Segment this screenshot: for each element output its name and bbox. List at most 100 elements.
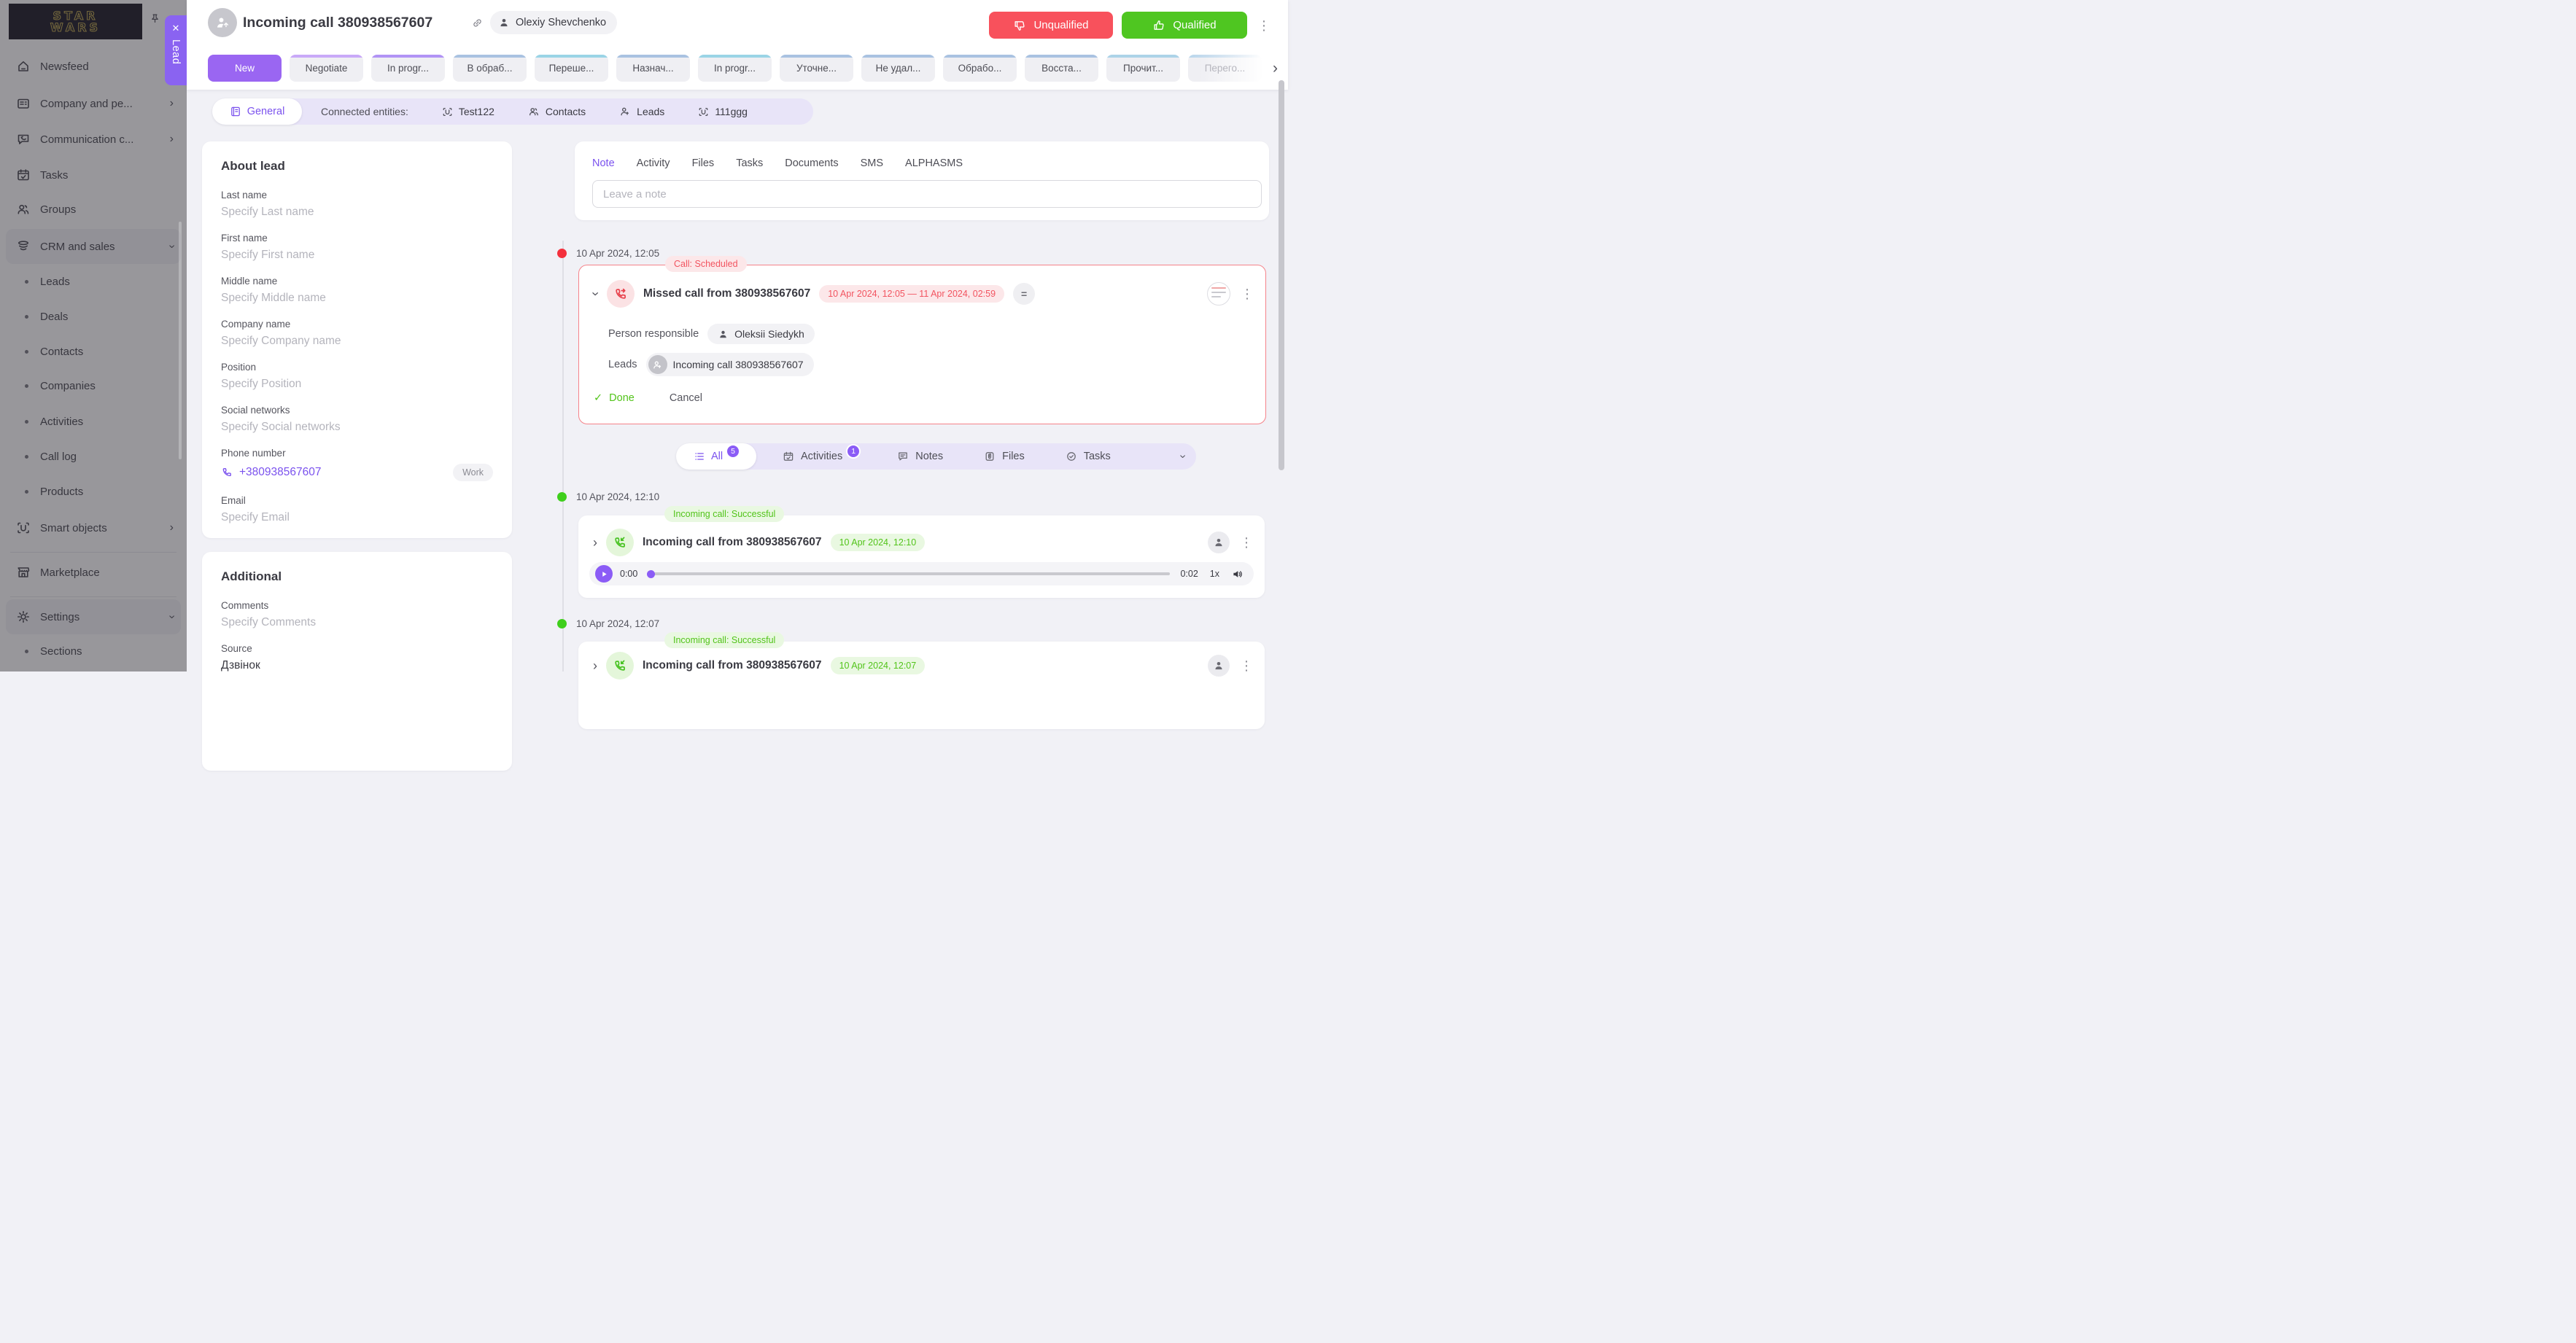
stage-chip-v-obrab[interactable]: В обраб...	[453, 55, 527, 82]
expand-icon[interactable]: ›	[593, 536, 597, 549]
scheduled-call-card: Call: Scheduled › Missed call from 38093…	[578, 265, 1266, 424]
stage-chip-in-progress-2[interactable]: In progr...	[698, 55, 772, 82]
lead-tab-label: Lead	[170, 39, 182, 64]
close-icon[interactable]: ✕	[172, 23, 180, 33]
incoming-call-card-1207: Incoming call: Successful › Incoming cal…	[578, 642, 1265, 729]
owner-name: Olexiy Shevchenko	[516, 17, 606, 28]
filter-activities[interactable]: Activities 1	[783, 451, 859, 462]
call-status-badge: Incoming call: Successful	[664, 632, 784, 648]
filter-all[interactable]: All 5	[676, 443, 756, 470]
expand-icon[interactable]: ›	[593, 659, 597, 672]
filter-tasks[interactable]: Tasks	[1066, 451, 1111, 462]
phone-icon	[221, 467, 233, 478]
tab-note[interactable]: Note	[592, 157, 615, 169]
playback-speed[interactable]: 1x	[1210, 569, 1219, 579]
leads-label: Leads	[608, 359, 637, 370]
stage-chip-utochne[interactable]: Уточне...	[780, 55, 853, 82]
incoming-call-icon	[606, 652, 634, 680]
person-responsible-label: Person responsible	[608, 328, 699, 340]
field-comments[interactable]: Comments Specify Comments	[221, 600, 493, 629]
field-first-name[interactable]: First name Specify First name	[221, 233, 493, 262]
additional-card: Additional Comments Specify Comments Sou…	[202, 552, 512, 771]
field-last-name[interactable]: Last name Specify Last name	[221, 190, 493, 219]
field-middle-name[interactable]: Middle name Specify Middle name	[221, 276, 493, 305]
tab-sms[interactable]: SMS	[861, 157, 883, 169]
note-input[interactable]	[592, 180, 1262, 208]
tab-activity[interactable]: Activity	[637, 157, 670, 169]
stages-scroll-right-icon[interactable]: ›	[1273, 60, 1278, 77]
tab-entity-test122[interactable]: Test122	[442, 106, 494, 117]
stage-chip-obrabo[interactable]: Обрабо...	[943, 55, 1017, 82]
about-lead-title: About lead	[221, 159, 493, 174]
stage-chip-perego[interactable]: Перего...	[1188, 55, 1262, 82]
field-social-networks[interactable]: Social networks Specify Social networks	[221, 405, 493, 434]
timeline-dot-red	[557, 249, 567, 258]
note-tab-bar: Note Activity Files Tasks Documents SMS …	[592, 157, 1257, 169]
stage-chip-naznach[interactable]: Назнач...	[616, 55, 690, 82]
chat-icon	[897, 451, 909, 462]
collapse-icon[interactable]: ›	[589, 292, 602, 296]
smart-objects-icon	[442, 106, 453, 117]
play-button[interactable]	[595, 565, 613, 583]
volume-icon[interactable]	[1231, 568, 1244, 580]
stage-chip-new[interactable]: New	[208, 55, 282, 82]
stage-chip-ne-udal[interactable]: Не удал...	[861, 55, 935, 82]
card-kebab-menu[interactable]: ⋮	[1241, 287, 1254, 300]
cancel-button[interactable]: Cancel	[670, 392, 702, 404]
stage-chip-prochit[interactable]: Прочит...	[1106, 55, 1180, 82]
tab-entity-111ggg[interactable]: 111ggg	[698, 106, 748, 117]
seek-bar[interactable]	[648, 572, 1170, 575]
phone-number-link[interactable]: +380938567607	[221, 466, 322, 479]
thumbs-up-icon	[1152, 19, 1165, 32]
page-title: Incoming call 380938567607	[243, 15, 432, 31]
missed-call-icon	[607, 280, 635, 308]
header-kebab-menu[interactable]: ⋮	[1257, 19, 1270, 32]
field-company-name[interactable]: Company name Specify Company name	[221, 319, 493, 348]
stage-chip-pereshe[interactable]: Переше...	[535, 55, 608, 82]
stage-chip-negotiate[interactable]: Negotiate	[290, 55, 363, 82]
seek-thumb[interactable]	[647, 570, 655, 578]
stage-chip-vossta[interactable]: Восста...	[1025, 55, 1098, 82]
done-button[interactable]: ✓Done	[594, 392, 635, 404]
avatar[interactable]	[1208, 655, 1230, 677]
thumbs-down-icon	[1013, 19, 1026, 32]
copy-link-icon[interactable]	[471, 17, 484, 29]
main-scrollbar[interactable]	[1279, 80, 1284, 470]
stage-chip-in-progress[interactable]: In progr...	[371, 55, 445, 82]
tab-entity-leads[interactable]: Leads	[619, 106, 664, 117]
sidebar-scrollbar[interactable]	[179, 222, 182, 459]
filter-files[interactable]: Files	[984, 451, 1025, 462]
lead-reference-pill[interactable]: Incoming call 380938567607	[646, 353, 814, 376]
details-button[interactable]: =	[1013, 283, 1035, 305]
avatar[interactable]	[1207, 282, 1230, 305]
avatar[interactable]	[1208, 532, 1230, 553]
calendar-icon	[783, 451, 794, 462]
timeline-date: 10 Apr 2024, 12:10	[576, 491, 659, 502]
incoming-call-card-1210: Incoming call: Successful › Incoming cal…	[578, 515, 1265, 598]
unqualified-button[interactable]: Unqualified	[989, 12, 1113, 39]
card-kebab-menu[interactable]: ⋮	[1240, 536, 1253, 549]
field-email[interactable]: Email Specify Email	[221, 495, 493, 524]
person-responsible-pill[interactable]: Oleksii Siedykh	[707, 324, 815, 344]
entity-tab-bar: General Connected entities: Test122 Cont…	[212, 98, 813, 125]
tab-files[interactable]: Files	[692, 157, 715, 169]
filter-notes[interactable]: Notes	[897, 451, 943, 462]
scheduled-period-pill: 10 Apr 2024, 12:05 — 11 Apr 2024, 02:59	[819, 285, 1004, 303]
filter-expand-icon[interactable]: ›	[1176, 454, 1188, 458]
card-kebab-menu[interactable]: ⋮	[1240, 659, 1253, 672]
tab-general[interactable]: General	[212, 98, 302, 125]
tab-documents[interactable]: Documents	[785, 157, 838, 169]
connected-entities-label: Connected entities:	[321, 106, 408, 117]
tab-entity-contacts[interactable]: Contacts	[528, 106, 586, 117]
owner-pill[interactable]: Olexiy Shevchenko	[490, 11, 617, 34]
lead-panel-tab[interactable]: ✕ Lead	[165, 15, 187, 85]
field-position[interactable]: Position Specify Position	[221, 362, 493, 391]
field-source[interactable]: Source Дзвінок	[221, 643, 493, 672]
audio-player: 0:00 0:02 1x	[589, 562, 1254, 585]
timeline-date: 10 Apr 2024, 12:05	[576, 248, 659, 259]
tab-alphasms[interactable]: ALPHASMS	[905, 157, 963, 169]
tab-tasks[interactable]: Tasks	[736, 157, 763, 169]
qualified-button[interactable]: Qualified	[1122, 12, 1247, 39]
additional-title: Additional	[221, 569, 493, 584]
sidebar: STAR WARS Newsfeed Company and pe... › C…	[0, 0, 187, 672]
